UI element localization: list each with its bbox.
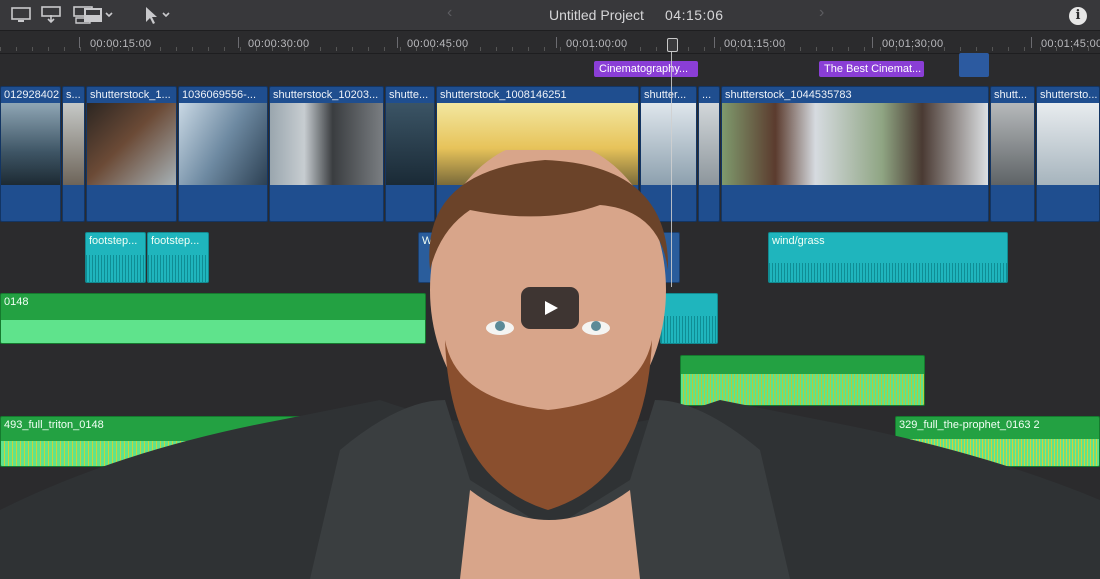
presenter-image <box>0 150 1100 579</box>
forward-arrow-icon[interactable]: › <box>819 4 824 22</box>
import-icon[interactable] <box>40 5 62 25</box>
info-icon[interactable]: i <box>1069 7 1087 25</box>
ruler-tick <box>397 37 398 48</box>
back-arrow-icon[interactable]: ‹ <box>447 4 452 22</box>
ruler-label: 00:00:15:00 <box>90 38 152 50</box>
ruler-label: 00:00:45:00 <box>407 38 469 50</box>
ruler-label: 00:01:30:00 <box>882 38 944 50</box>
monitor-icon[interactable] <box>10 5 32 25</box>
clip-label: s... <box>66 89 81 101</box>
ruler-tick <box>1031 37 1032 48</box>
ruler-tick <box>556 37 557 48</box>
pointer-tool-icon[interactable] <box>142 5 174 25</box>
connected-clip[interactable] <box>959 53 989 77</box>
playhead-handle[interactable] <box>667 38 678 52</box>
marker-cinematography[interactable]: Cinematography... <box>594 61 698 77</box>
clip-label: 012928402 <box>4 89 60 101</box>
clip-label: shutte... <box>389 89 429 101</box>
play-icon <box>545 301 558 315</box>
clip-label: shutter... <box>644 89 687 101</box>
ruler-tick <box>238 37 239 48</box>
toolbar: ‹ Untitled Project 04:15:06 › i <box>0 0 1100 31</box>
ruler-label: 00:01:15:00 <box>724 38 786 50</box>
ruler-label: 00:01:45:00 <box>1041 38 1100 50</box>
ruler-label: 00:01:00:00 <box>566 38 628 50</box>
clip-label: ... <box>702 89 712 101</box>
clip-label: shutterstock_1... <box>90 89 171 101</box>
ruler-tick <box>872 37 873 48</box>
ruler-tick <box>714 37 715 48</box>
ruler-tick <box>79 37 80 48</box>
project-title: Untitled Project <box>549 7 644 23</box>
project-duration: 04:15:06 <box>665 7 724 23</box>
display-dropdown-icon[interactable] <box>84 5 114 25</box>
marker-best-cinematography[interactable]: The Best Cinemat... <box>819 61 924 77</box>
clip-label: shuttersto... <box>1040 89 1098 101</box>
clip-label: shutterstock_1044535783 <box>725 89 852 101</box>
clip-label: shutterstock_1008146251 <box>440 89 567 101</box>
clip-label: shutterstock_10203... <box>273 89 379 101</box>
play-button[interactable] <box>521 287 579 329</box>
timeline-ruler[interactable]: 00:00:15:00 00:00:30:00 00:00:45:00 00:0… <box>0 31 1100 54</box>
ruler-label: 00:00:30:00 <box>248 38 310 50</box>
clip-label: shutt... <box>994 89 1028 101</box>
clip-label: 1036069556-... <box>182 89 257 101</box>
